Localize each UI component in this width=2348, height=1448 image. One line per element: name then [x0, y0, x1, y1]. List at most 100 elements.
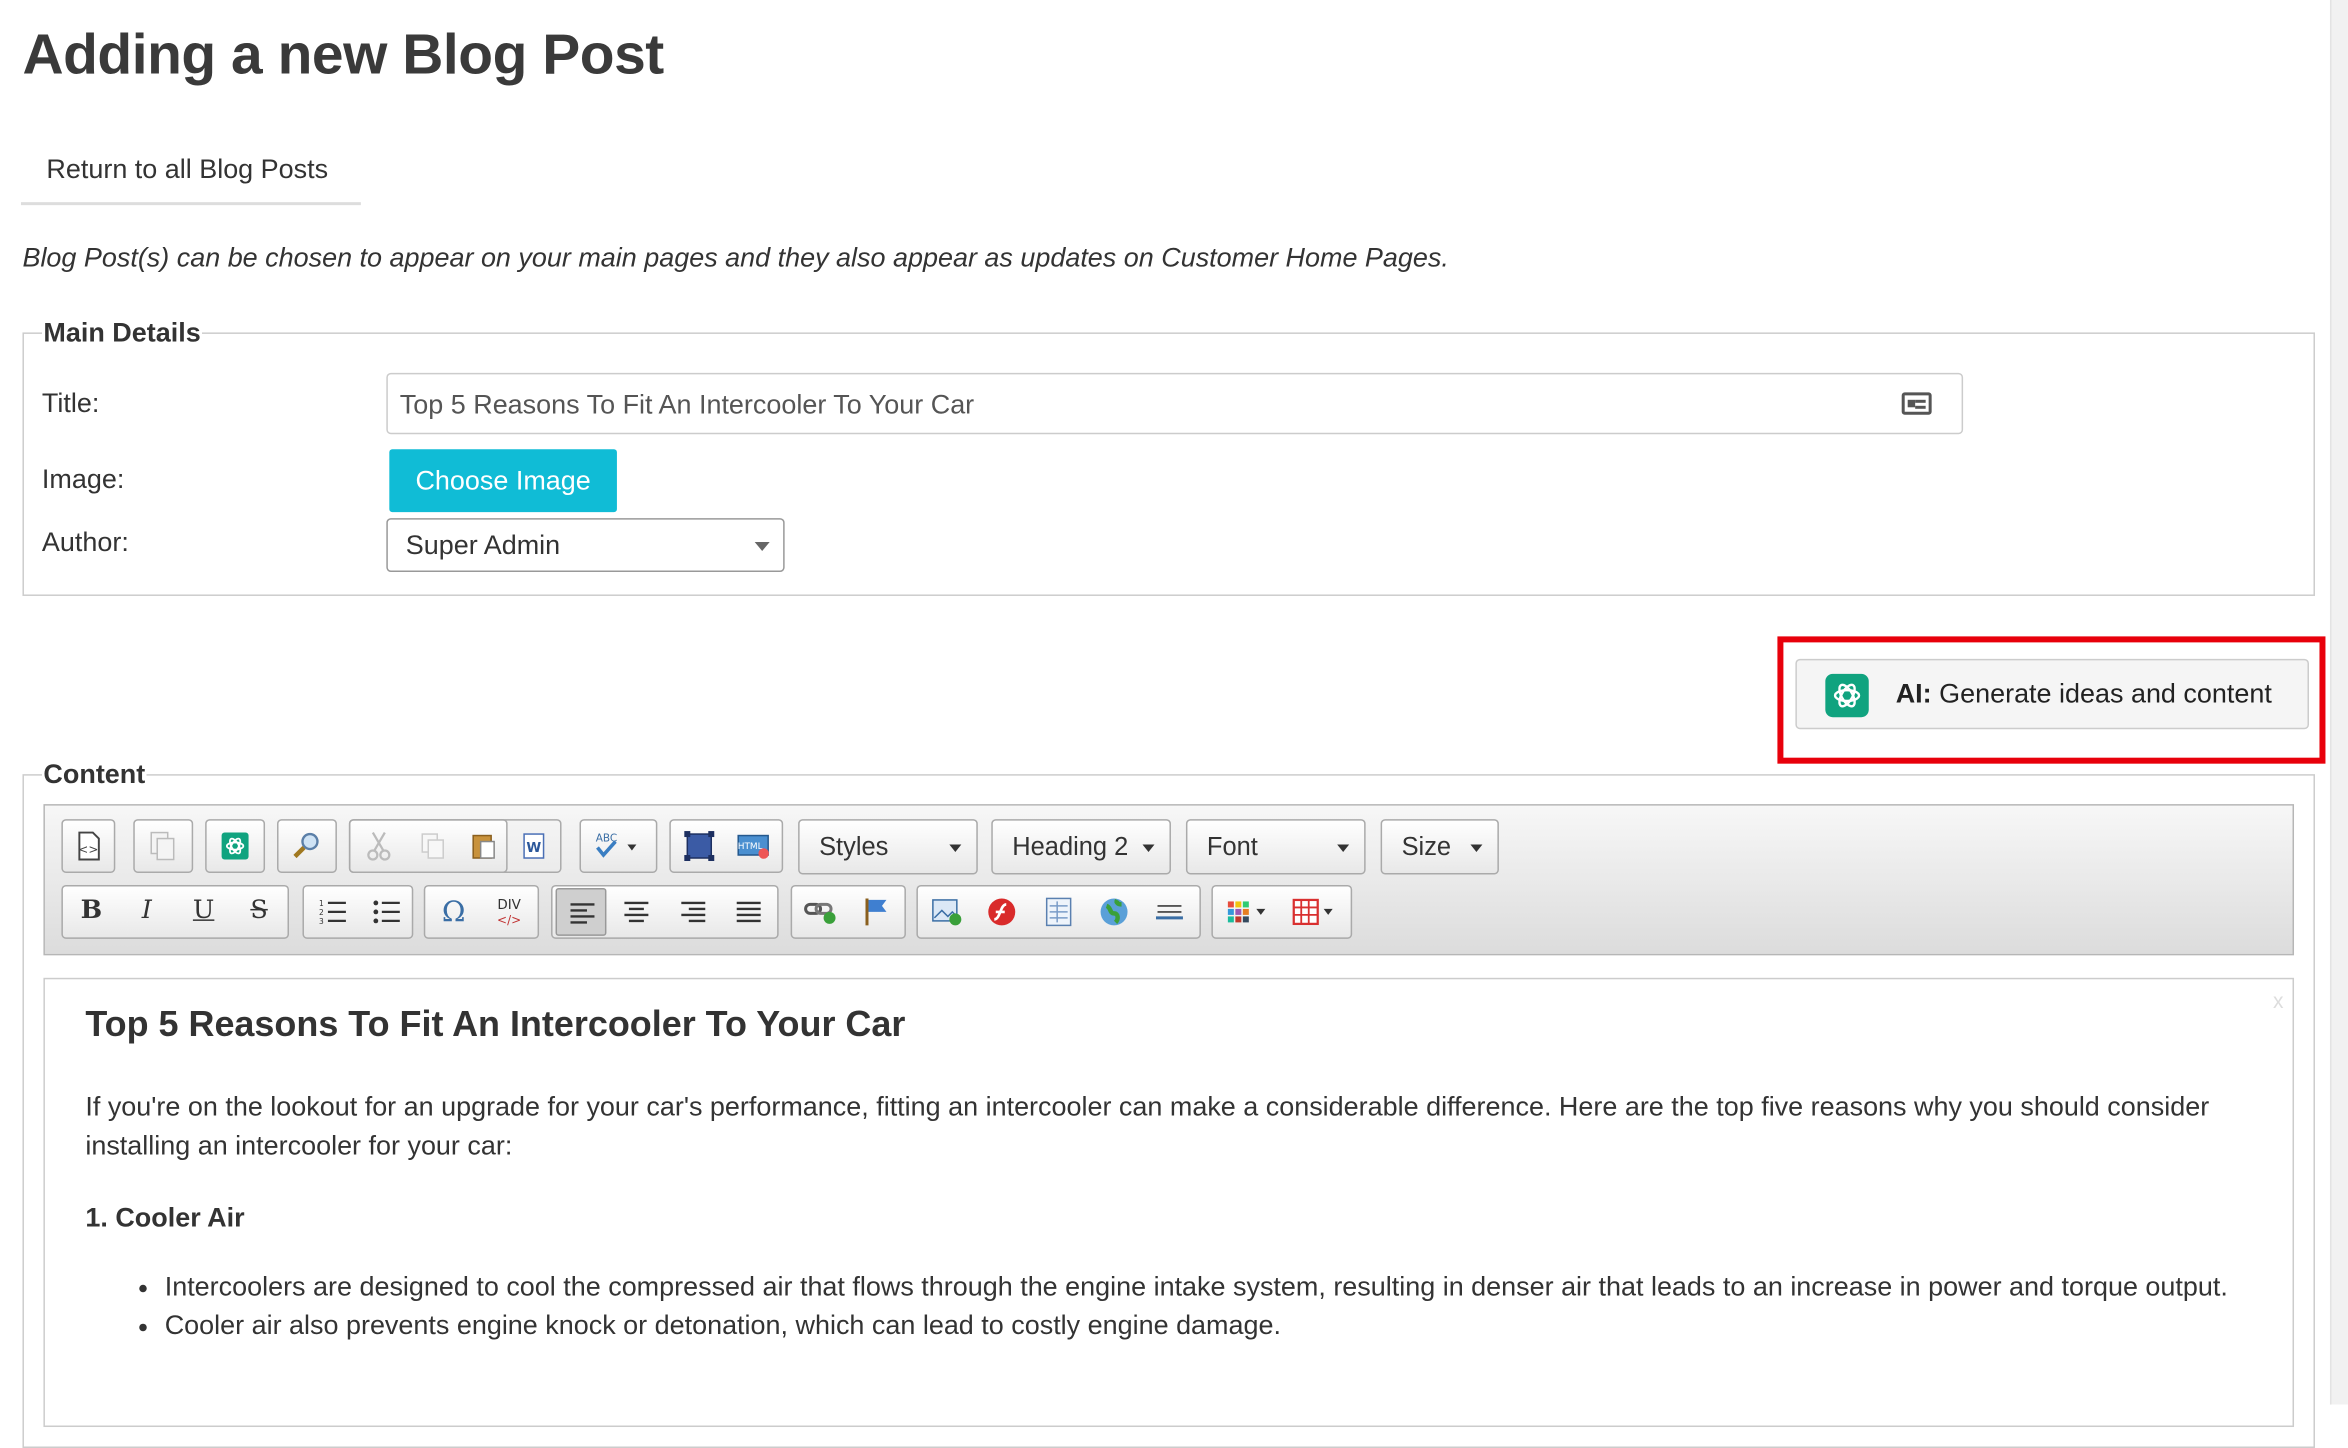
spellcheck-icon[interactable]: ABC	[590, 827, 637, 866]
ai-prefix: AI:	[1895, 678, 1932, 709]
special-character-button[interactable]: Ω	[434, 892, 473, 931]
strikethrough-glyph: S	[250, 895, 268, 926]
image-icon[interactable]	[927, 892, 966, 931]
styles-dropdown[interactable]: Styles	[798, 819, 978, 875]
svg-text:2: 2	[319, 908, 324, 917]
main-details-legend: Main Details	[43, 317, 201, 348]
toolbar-group-ai	[205, 819, 266, 873]
title-label: Title:	[41, 387, 100, 418]
italic-button[interactable]: I	[127, 892, 166, 931]
table-form-icon[interactable]	[1039, 892, 1078, 931]
editor-content-area[interactable]: x Top 5 Reasons To Fit An Intercooler To…	[43, 977, 2295, 1428]
page-title: Adding a new Blog Post	[22, 23, 664, 87]
toolbar-group-basicstyles: B I U S	[61, 884, 289, 939]
align-left-button[interactable]	[555, 887, 607, 936]
format-dropdown[interactable]: Heading 2	[991, 819, 1171, 875]
toolbar-group-blocks: HTML	[669, 819, 784, 873]
return-tab: Return to all Blog Posts	[20, 144, 361, 206]
toolbar-group-clipboard-frame: W	[348, 819, 562, 873]
format-dropdown-label: Heading 2	[1012, 832, 1129, 862]
align-right-button[interactable]	[674, 892, 713, 931]
ai-button-label: Generate ideas and content	[1939, 678, 2272, 709]
paste-from-word-icon[interactable]: W	[515, 827, 554, 866]
numbered-list-icon[interactable]: 123	[313, 892, 352, 931]
toolbar-group-source: <>	[61, 819, 116, 873]
ai-generate-button[interactable]: AI: Generate ideas and content	[1795, 658, 2309, 730]
page-scrollbar[interactable]	[2329, 0, 2348, 1405]
close-icon[interactable]: x	[2273, 988, 2283, 1012]
chevron-down-icon	[949, 844, 962, 853]
author-label: Author:	[41, 527, 129, 558]
chevron-down-icon	[1470, 844, 1483, 853]
templates-icon[interactable]	[144, 827, 183, 866]
font-dropdown[interactable]: Font	[1185, 819, 1366, 875]
title-input[interactable]: Top 5 Reasons To Fit An Intercooler To Y…	[386, 372, 1964, 435]
chevron-down-icon	[1142, 844, 1155, 853]
horizontal-rule-icon[interactable]	[1150, 892, 1189, 931]
toolbar-group-spellcheck: ABC	[579, 819, 658, 873]
bold-button[interactable]: B	[72, 892, 111, 931]
choose-image-button[interactable]: Choose Image	[389, 449, 617, 513]
author-select[interactable]: Super Admin	[386, 518, 785, 573]
flash-icon[interactable]	[982, 892, 1021, 931]
toolbar-group-media	[916, 884, 1201, 939]
editor-toolbar: <> W ABC HTML Styles Heading 2 Font Size…	[43, 804, 2295, 956]
text-color-icon[interactable]	[1222, 892, 1276, 931]
size-dropdown[interactable]: Size	[1380, 819, 1499, 875]
content-legend: Content	[43, 759, 146, 790]
svg-text:1: 1	[319, 899, 324, 908]
toolbar-group-color-table	[1211, 884, 1353, 939]
bulleted-list-icon[interactable]	[367, 892, 406, 931]
anchor-flag-icon[interactable]	[857, 892, 896, 931]
svg-text:<>: <>	[78, 843, 98, 857]
create-div-button[interactable]: DIV </>	[490, 892, 529, 931]
content-section-heading: 1. Cooler Air	[85, 1202, 245, 1233]
link-icon[interactable]	[801, 892, 840, 931]
html-snippet-icon[interactable]: HTML	[734, 827, 773, 866]
toolbar-group-templates	[133, 819, 194, 873]
list-item: Cooler air also prevents engine knock or…	[165, 1306, 2293, 1345]
styles-dropdown-label: Styles	[819, 832, 889, 862]
main-details-section: Main Details	[22, 317, 2315, 596]
svg-text:W: W	[526, 840, 541, 856]
size-dropdown-label: Size	[1401, 832, 1452, 862]
return-to-blog-posts-link[interactable]: Return to all Blog Posts	[46, 154, 328, 185]
toolbar-group-lists: 123	[302, 884, 414, 939]
toolbar-group-find	[277, 819, 337, 873]
underline-button[interactable]: U	[184, 892, 223, 931]
page-root: Adding a new Blog Post Return to all Blo…	[0, 0, 2348, 1448]
toolbar-group-links	[790, 884, 906, 939]
content-bullet-list: Intercoolers are designed to cool the co…	[85, 1267, 2293, 1345]
ai-toolbar-icon[interactable]	[216, 827, 255, 866]
find-icon[interactable]	[288, 827, 327, 866]
underline-glyph: U	[192, 895, 215, 926]
content-paragraph: If you're on the lookout for an upgrade …	[85, 1091, 2210, 1161]
svg-text:</>: </>	[497, 913, 521, 927]
chevron-down-icon	[754, 542, 770, 552]
openai-logo-icon	[1825, 673, 1869, 718]
list-item: Intercoolers are designed to cool the co…	[165, 1267, 2293, 1306]
justify-button[interactable]	[729, 892, 768, 931]
contact-card-icon[interactable]	[1901, 392, 1932, 415]
align-center-button[interactable]	[617, 892, 656, 931]
table-icon[interactable]	[1288, 892, 1342, 931]
chevron-down-icon	[1337, 844, 1350, 853]
toolbar-group-insert: Ω DIV </>	[423, 884, 540, 939]
author-select-value: Super Admin	[405, 530, 561, 561]
ai-button-text: AI: Generate ideas and content	[1896, 678, 2272, 709]
omega-icon: Ω	[441, 895, 466, 929]
font-dropdown-label: Font	[1206, 832, 1258, 862]
bold-glyph: B	[80, 895, 103, 926]
italic-glyph: I	[141, 895, 152, 926]
image-label: Image:	[41, 464, 125, 495]
select-all-icon[interactable]	[680, 827, 719, 866]
strikethrough-button[interactable]: S	[240, 892, 279, 931]
svg-text:HTML: HTML	[738, 842, 763, 852]
source-icon[interactable]: <>	[69, 827, 108, 866]
title-input-value: Top 5 Reasons To Fit An Intercooler To Y…	[399, 389, 975, 420]
globe-icon[interactable]	[1095, 892, 1134, 931]
intro-text: Blog Post(s) can be chosen to appear on …	[22, 242, 1449, 273]
toolbar-group-align	[551, 884, 779, 939]
svg-text:3: 3	[319, 917, 324, 926]
content-heading: Top 5 Reasons To Fit An Intercooler To Y…	[85, 1004, 906, 1046]
